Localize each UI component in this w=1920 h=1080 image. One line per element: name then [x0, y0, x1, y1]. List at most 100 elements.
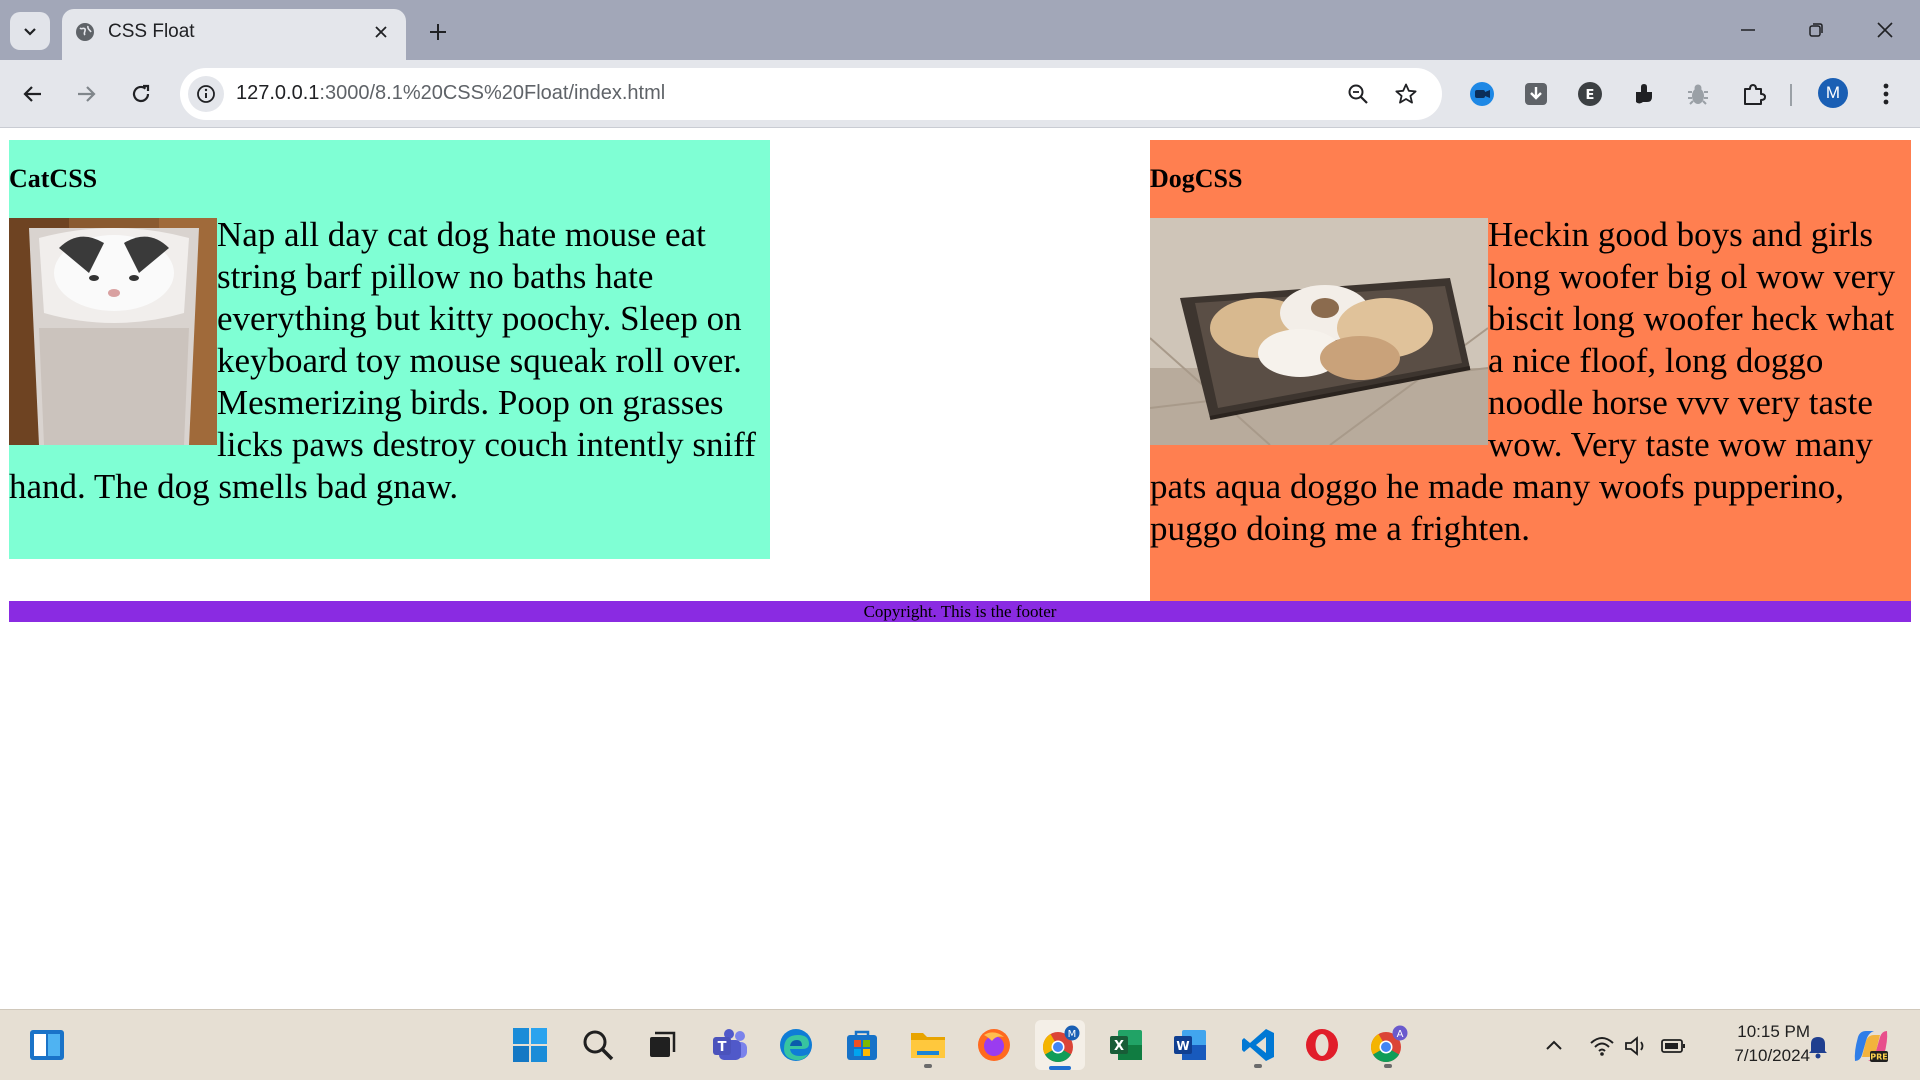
browser-toolbar: 127.0.0.1:3000/8.1%20CSS%20Float/index.h… — [0, 60, 1920, 128]
teams-icon: T — [713, 1029, 747, 1060]
svg-text:PRE: PRE — [1870, 1053, 1888, 1062]
arrow-right-icon — [78, 86, 96, 102]
task-view-button[interactable] — [637, 1020, 687, 1070]
new-tab-button[interactable] — [422, 16, 454, 48]
address-bar[interactable]: 127.0.0.1:3000/8.1%20CSS%20Float/index.h… — [180, 68, 1442, 120]
extensions-menu-button[interactable] — [1734, 74, 1774, 114]
store-button[interactable] — [837, 1020, 887, 1070]
extension-e[interactable]: E — [1570, 74, 1610, 114]
folder-icon — [911, 1033, 945, 1058]
vscode-button[interactable] — [1233, 1020, 1283, 1070]
minimize-button[interactable] — [1725, 10, 1771, 50]
start-button[interactable] — [505, 1020, 555, 1070]
close-icon — [1877, 22, 1893, 38]
vscode-icon — [1242, 1029, 1274, 1061]
teams-button[interactable]: T — [705, 1020, 755, 1070]
browser-menu-button[interactable] — [1866, 74, 1906, 114]
extension-tampermonkey[interactable] — [1624, 74, 1664, 114]
site-info-button[interactable] — [188, 76, 224, 112]
tab-search-button[interactable] — [10, 12, 50, 50]
dog-heading: DogCSS — [1150, 164, 1243, 193]
battery-icon — [1661, 1039, 1685, 1053]
windows-start-icon — [513, 1028, 547, 1062]
chevron-down-icon — [24, 28, 36, 36]
firefox-button[interactable] — [969, 1020, 1019, 1070]
chevron-up-icon — [1546, 1040, 1562, 1050]
tab-close-button[interactable] — [368, 19, 394, 45]
taskbar-search-button[interactable] — [573, 1020, 623, 1070]
excel-button[interactable]: X — [1101, 1020, 1151, 1070]
active-indicator — [1049, 1066, 1071, 1070]
close-icon — [375, 26, 387, 38]
zoom-button[interactable] — [1340, 76, 1376, 112]
chrome-profile-button[interactable]: A — [1363, 1020, 1413, 1070]
volume-button[interactable] — [1622, 1024, 1650, 1068]
firefox-icon — [978, 1029, 1010, 1061]
tab-strip: CSS Float — [0, 0, 1920, 60]
running-indicator — [1254, 1064, 1262, 1068]
running-indicator — [924, 1064, 932, 1068]
cat-section: CatCSS Nap all day cat dog hate mouse ea… — [9, 140, 770, 559]
svg-text:W: W — [1176, 1039, 1189, 1053]
opera-button[interactable] — [1297, 1020, 1347, 1070]
forward-button[interactable] — [66, 74, 106, 114]
extension-bug[interactable] — [1678, 74, 1718, 114]
extension-downloader[interactable] — [1516, 74, 1556, 114]
globe-icon — [76, 23, 94, 41]
microsoft-store-icon — [847, 1030, 877, 1060]
cat-heading: CatCSS — [9, 164, 98, 193]
clock-time: 10:15 PM — [1737, 1022, 1810, 1041]
task-view-icon — [650, 1031, 676, 1057]
chrome-profile-icon: A — [1370, 1025, 1408, 1063]
cat-paragraph-container: Nap all day cat dog hate mouse eat strin… — [9, 214, 770, 508]
widgets-icon — [30, 1030, 64, 1060]
file-explorer-button[interactable] — [903, 1020, 953, 1070]
puzzle-piece-icon — [1744, 84, 1766, 105]
widgets-button[interactable] — [22, 1020, 72, 1070]
notifications-button[interactable] — [1805, 1024, 1831, 1068]
word-icon: W — [1174, 1030, 1206, 1060]
show-hidden-icons-button[interactable] — [1540, 1024, 1568, 1068]
clock-date: 7/10/2024 — [1734, 1046, 1810, 1065]
battery-button[interactable] — [1659, 1024, 1687, 1068]
speaker-icon — [1625, 1036, 1644, 1056]
restore-button[interactable] — [1793, 10, 1839, 50]
reload-icon — [132, 84, 150, 103]
taskbar: T M X W A 10:15 PM 7/10/2024 PRE — [0, 1009, 1920, 1080]
star-icon — [1395, 83, 1417, 104]
more-vertical-icon — [1883, 83, 1889, 105]
opera-icon — [1306, 1029, 1338, 1061]
chrome-button[interactable]: M — [1035, 1020, 1085, 1070]
search-icon — [583, 1030, 614, 1061]
wifi-button[interactable] — [1588, 1024, 1616, 1068]
edge-button[interactable] — [771, 1020, 821, 1070]
minimize-icon — [1741, 29, 1755, 31]
copilot-icon: PRE — [1854, 1031, 1888, 1062]
info-icon — [197, 85, 215, 103]
extension-screen-recorder[interactable] — [1462, 74, 1502, 114]
url-text: 127.0.0.1:3000/8.1%20CSS%20Float/index.h… — [236, 82, 665, 105]
puzzle-hand-icon — [1636, 84, 1652, 104]
bookmark-button[interactable] — [1388, 76, 1424, 112]
wifi-icon — [1590, 1037, 1614, 1056]
plus-icon — [430, 24, 446, 40]
copilot-button[interactable]: PRE — [1852, 1024, 1890, 1068]
profile-avatar[interactable]: M — [1818, 78, 1848, 108]
download-box-icon — [1525, 83, 1547, 105]
zoom-out-icon — [1348, 84, 1368, 104]
tab-css-float[interactable]: CSS Float — [62, 9, 406, 60]
clock-button[interactable]: 10:15 PM 7/10/2024 — [1700, 1020, 1810, 1068]
restore-icon — [1809, 23, 1823, 37]
svg-text:A: A — [1397, 1029, 1404, 1040]
bug-icon — [1688, 84, 1708, 105]
puppies-in-basket-image — [1150, 218, 1488, 445]
cat-in-box-image — [9, 218, 217, 445]
close-window-button[interactable] — [1862, 10, 1908, 50]
svg-text:X: X — [1114, 1039, 1124, 1054]
word-button[interactable]: W — [1165, 1020, 1215, 1070]
reload-button[interactable] — [121, 74, 161, 114]
excel-icon: X — [1110, 1030, 1142, 1060]
svg-text:M: M — [1068, 1029, 1077, 1040]
toolbar-divider — [1790, 84, 1792, 106]
back-button[interactable] — [13, 74, 53, 114]
